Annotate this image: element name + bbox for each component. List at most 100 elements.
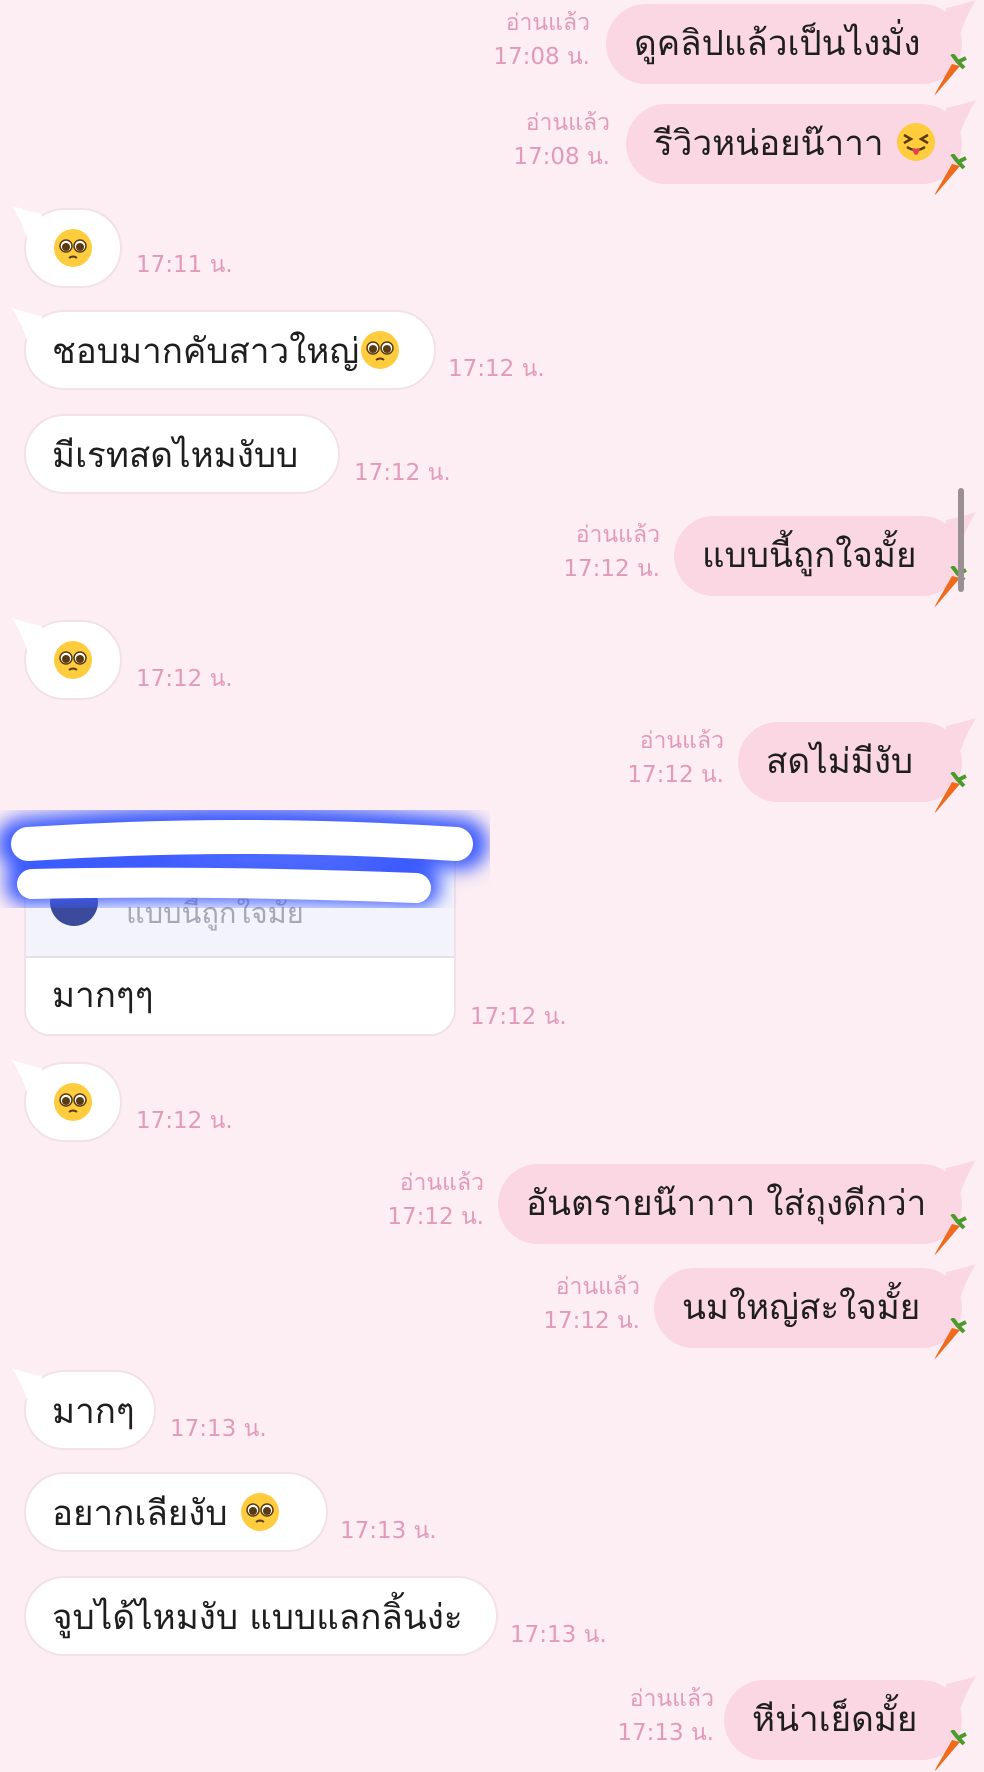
bubble-tail-icon	[12, 308, 42, 342]
message-time: 17:11 น.	[136, 252, 233, 278]
scrollbar[interactable]	[958, 488, 964, 592]
message-meta: อ่านแล้ว 17:12 น.	[500, 1270, 640, 1338]
message-time: 17:12 น.	[563, 556, 660, 582]
message-time: 17:12 น.	[470, 1004, 567, 1030]
carrot-icon	[935, 566, 967, 607]
message-time: 17:13 น.	[510, 1622, 607, 1648]
message-row-incoming: 17:12 น.	[0, 1060, 984, 1142]
message-text: อยากเลียงับ	[52, 1494, 239, 1534]
message-bubble[interactable]: ชอบมากคับสาวใหญ่	[12, 308, 436, 390]
message-time: 17:13 น.	[340, 1518, 437, 1544]
pleading-face-emoji-icon	[54, 229, 92, 267]
message-text: หีน่าเย็ดมั้ย	[752, 1700, 918, 1740]
pleading-face-emoji-icon	[54, 641, 92, 679]
bubble-tail-icon	[946, 1676, 976, 1710]
read-receipt: อ่านแล้ว	[639, 728, 724, 754]
message-text: นมใหญ่สะใจมั้ย	[682, 1288, 921, 1328]
read-receipt: อ่านแล้ว	[629, 1686, 714, 1712]
message-meta: อ่านแล้ว 17:12 น.	[520, 518, 660, 586]
message-text: รีวิวหน่อยน๊าาา	[654, 124, 884, 164]
message-bubble[interactable]: รีวิวหน่อยน๊าาา	[626, 100, 976, 195]
carrot-icon	[935, 1214, 967, 1255]
message-row-incoming: จูบได้ไหมงับ แบบแลกลิ้นง่ะ 17:13 น.	[0, 1576, 984, 1656]
message-bubble[interactable]	[12, 206, 122, 288]
message-text: แบบนี้ถูกใจมั้ย	[702, 536, 917, 576]
bubble-tail-icon	[946, 0, 976, 34]
message-text: สดไม่มีงับ	[766, 742, 914, 782]
message-text: มากๆๆ	[52, 976, 154, 1016]
message-row-incoming: มากๆ 17:13 น.	[0, 1368, 984, 1450]
carrot-icon	[935, 772, 967, 813]
bubble-tail-icon	[946, 1264, 976, 1298]
reply-message-bubble[interactable]: แบบนี้ถูกใจมั้ย มากๆๆ	[24, 820, 456, 1036]
message-bubble[interactable]: สดไม่มีงับ	[738, 718, 976, 813]
quoted-message[interactable]: แบบนี้ถูกใจมั้ย	[26, 822, 454, 958]
message-text: ชอบมากคับสาวใหญ่	[52, 332, 360, 372]
message-row-incoming: 17:11 น.	[0, 206, 984, 288]
bubble-tail-icon	[946, 1160, 976, 1194]
message-bubble[interactable]: หีน่าเย็ดมั้ย	[724, 1676, 976, 1771]
carrot-icon	[935, 54, 967, 95]
message-time: 17:12 น.	[136, 666, 233, 692]
message-time: 17:12 น.	[354, 460, 451, 486]
message-text: ดูคลิปแล้วเป็นไงมั่ง	[634, 24, 921, 64]
message-row-incoming: ชอบมากคับสาวใหญ่ 17:12 น.	[0, 308, 984, 390]
bubble-tail-icon	[12, 206, 42, 240]
message-bubble[interactable]: มากๆ	[12, 1368, 156, 1450]
message-bubble[interactable]	[12, 618, 122, 700]
read-receipt: อ่านแล้ว	[555, 1274, 640, 1300]
message-row-outgoing: อ่านแล้ว 17:13 น. หีน่าเย็ดมั้ย	[0, 1676, 984, 1771]
message-bubble[interactable]: อยากเลียงับ	[24, 1472, 328, 1552]
read-receipt: อ่านแล้ว	[525, 110, 610, 136]
message-row-outgoing: อ่านแล้ว 17:12 น. แบบนี้ถูกใจมั้ย	[0, 512, 984, 607]
message-meta: อ่านแล้ว 17:08 น.	[470, 106, 610, 174]
message-time: 17:08 น.	[513, 144, 610, 170]
message-time: 17:12 น.	[448, 356, 545, 382]
message-bubble[interactable]: นมใหญ่สะใจมั้ย	[654, 1264, 976, 1359]
chat-thread[interactable]: อ่านแล้ว 17:08 น. ดูคลิปแล้วเป็นไงมั่ง อ…	[0, 0, 984, 1771]
message-row-outgoing: อ่านแล้ว 17:08 น. รีวิวหน่อยน๊าาา	[0, 100, 984, 195]
message-text: มากๆ	[52, 1392, 135, 1432]
bubble-tail-icon	[12, 1368, 42, 1402]
message-text: อันตรายน๊าาาา ใส่ถุงดีกว่า	[526, 1184, 927, 1224]
message-meta: อ่านแล้ว 17:13 น.	[574, 1682, 714, 1750]
message-bubble[interactable]: อันตรายน๊าาาา ใส่ถุงดีกว่า	[498, 1160, 976, 1255]
message-bubble[interactable]: มีเรทสดไหมงับบ	[24, 414, 340, 494]
quoted-message-text: แบบนี้ถูกใจมั้ย	[126, 896, 304, 930]
pleading-face-emoji-icon	[361, 331, 400, 369]
pleading-face-emoji-icon	[54, 1083, 92, 1121]
message-row-outgoing: อ่านแล้ว 17:12 น. สดไม่มีงับ	[0, 718, 984, 813]
avatar	[50, 878, 98, 926]
message-time: 17:12 น.	[627, 762, 724, 788]
bubble-tail-icon	[946, 718, 976, 752]
message-text: จูบได้ไหมงับ แบบแลกลิ้นง่ะ	[52, 1598, 463, 1638]
message-meta: อ่านแล้ว 17:08 น.	[450, 6, 590, 74]
message-time: 17:13 น.	[170, 1416, 267, 1442]
message-row-incoming: มีเรทสดไหมงับบ 17:12 น.	[0, 414, 984, 494]
message-text: มีเรทสดไหมงับบ	[52, 436, 299, 476]
message-time: 17:12 น.	[387, 1204, 484, 1230]
message-row-outgoing: อ่านแล้ว 17:08 น. ดูคลิปแล้วเป็นไงมั่ง	[0, 0, 984, 95]
message-meta: อ่านแล้ว 17:12 น.	[584, 724, 724, 792]
message-row-outgoing: อ่านแล้ว 17:12 น. นมใหญ่สะใจมั้ย	[0, 1264, 984, 1359]
message-bubble[interactable]: แบบนี้ถูกใจมั้ย	[674, 512, 976, 607]
read-receipt: อ่านแล้ว	[505, 10, 590, 36]
message-row-outgoing: อ่านแล้ว 17:12 น. อันตรายน๊าาาา ใส่ถุงดี…	[0, 1160, 984, 1255]
message-meta: อ่านแล้ว 17:12 น.	[344, 1166, 484, 1234]
read-receipt: อ่านแล้ว	[575, 522, 660, 548]
bubble-tail-icon	[12, 618, 42, 652]
message-row-incoming: อยากเลียงับ 17:13 น.	[0, 1472, 984, 1552]
message-bubble[interactable]: ดูคลิปแล้วเป็นไงมั่ง	[606, 0, 976, 95]
carrot-icon	[935, 1318, 967, 1359]
message-time: 17:08 น.	[493, 44, 590, 70]
message-bubble[interactable]	[12, 1060, 122, 1142]
message-time: 17:13 น.	[617, 1720, 714, 1746]
read-receipt: อ่านแล้ว	[399, 1170, 484, 1196]
bubble-tail-icon	[946, 100, 976, 134]
squinting-tongue-emoji-icon	[896, 123, 935, 161]
bubble-tail-icon	[12, 1060, 42, 1094]
carrot-icon	[935, 1730, 967, 1771]
message-time: 17:12 น.	[543, 1308, 640, 1334]
message-row-incoming: 17:12 น.	[0, 618, 984, 700]
message-bubble[interactable]: จูบได้ไหมงับ แบบแลกลิ้นง่ะ	[24, 1576, 498, 1656]
